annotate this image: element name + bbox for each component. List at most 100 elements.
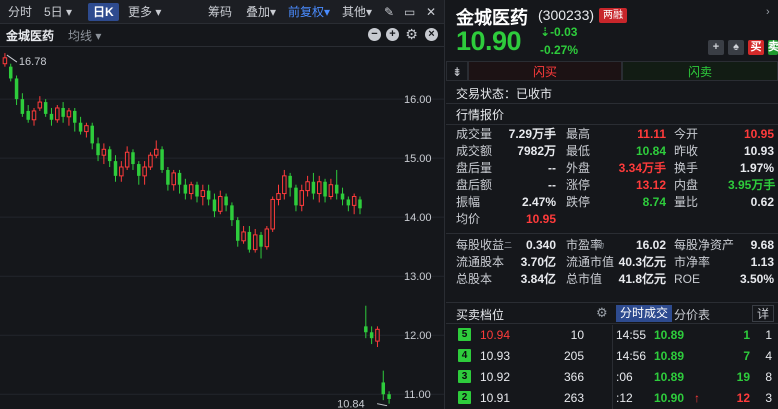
candle-body	[358, 199, 362, 209]
candle-body	[84, 125, 89, 133]
zoom-out-icon[interactable]: −	[368, 28, 381, 41]
fundamentals-grid: 每股收益 0.340 市盈率 16.02 每股净资产 9.68 二动流通股本 3.70亿 流通市…	[446, 233, 778, 293]
layout-icon[interactable]: ▭	[404, 3, 415, 21]
candle-body	[166, 169, 170, 185]
candle-body	[188, 184, 194, 195]
stat-label: 内盘	[674, 178, 699, 192]
last-price: 10.90	[456, 26, 522, 56]
y-tick-label: 14.00	[404, 212, 432, 224]
candle-body	[375, 328, 380, 342]
candle-body	[148, 154, 153, 168]
stats-row: 振幅 2.47% 跌停 8.74 量比 0.62	[446, 194, 778, 211]
candle-body	[212, 199, 217, 212]
tick-count: 8	[765, 370, 772, 384]
candle-body	[113, 161, 118, 176]
order-book-row[interactable]: 3 10.92 366	[446, 367, 612, 387]
tab-daily-k[interactable]: 日K	[88, 3, 119, 21]
candle-body	[381, 382, 386, 395]
order-book-row[interactable]: 2 10.91 263	[446, 388, 612, 408]
candle-body	[252, 234, 258, 251]
tab-5day[interactable]: 5日 ▾	[44, 3, 72, 21]
stats-row: 盘后量 -- 外盘 3.34万手 换手 1.97%	[446, 160, 778, 177]
stock-code: (300233)	[538, 7, 595, 23]
gear-icon[interactable]: ⚙	[596, 305, 608, 321]
order-price: 10.93	[480, 349, 511, 363]
kline-chart-panel: 分时 5日 ▾ 日K 更多 ▾ 筹码 叠加▾ 前复权▾ 其他▾ ✎ ▭ ✕ 金城…	[0, 0, 445, 409]
candle-body	[43, 102, 48, 114]
order-book-row[interactable]: 4 10.93 205	[446, 346, 612, 366]
sell-button[interactable]: 卖	[768, 40, 778, 55]
tick-arrow-icon	[694, 367, 704, 387]
zoom-in-icon[interactable]: +	[386, 28, 399, 41]
ma-selector[interactable]: 均线 ▾	[68, 27, 101, 44]
tab-price-table[interactable]: 分价表	[674, 306, 710, 323]
tab-intraday[interactable]: 分时	[8, 3, 32, 21]
overlay-menu[interactable]: 叠加▾	[246, 3, 276, 21]
tab-5day-label: 5日	[44, 5, 63, 19]
candle-body	[276, 193, 281, 200]
more-menu[interactable]: 更多 ▾	[128, 3, 161, 21]
candlestick-chart[interactable]: 16.00 15.00 14.00 13.00 12.00 11.00 16.78 10.84	[0, 46, 445, 409]
candle-body	[177, 172, 182, 185]
expand-icon[interactable]: ›	[766, 6, 770, 18]
tab-tick-trades[interactable]: 分时成交	[616, 305, 673, 322]
panel-divider	[612, 325, 613, 409]
y-tick-label: 15.00	[404, 153, 432, 165]
chips-button[interactable]: 筹码	[208, 3, 232, 21]
fundamental-label: 总股本	[456, 272, 493, 286]
candle-body	[387, 394, 391, 399]
tick-time: 14:55	[616, 328, 647, 342]
chevron-down-icon: ▾	[324, 5, 331, 19]
flash-buy-button[interactable]: 闪买	[468, 61, 622, 81]
stat-label: 跌停	[566, 195, 591, 209]
fundamental-label: 每股净资产	[674, 238, 735, 252]
candle-body	[49, 113, 54, 120]
candle-body	[66, 110, 72, 118]
chart-toolbar: 分时 5日 ▾ 日K 更多 ▾ 筹码 叠加▾ 前复权▾ 其他▾ ✎ ▭ ✕	[0, 0, 444, 24]
candle-body	[154, 148, 159, 156]
candle-body	[96, 143, 100, 156]
stat-label: 盘后额	[456, 178, 493, 192]
stat-label: 外盘	[566, 161, 591, 175]
order-volume: 205	[563, 349, 584, 363]
quote-stats-grid: 成交量 7.29万手 最高 11.11 今开 10.95 成交额 7982万 最低 10.84 昨收…	[446, 126, 778, 236]
close-circle-icon[interactable]: ×	[425, 28, 438, 41]
y-tick-label: 12.00	[404, 330, 432, 342]
pen-icon[interactable]: ✎	[384, 3, 394, 21]
buy-button[interactable]: 买	[748, 40, 764, 55]
order-book-header: 买卖档位 ⚙ 分时成交 分价表 详	[446, 302, 778, 324]
ma-label: 均线	[68, 29, 93, 43]
stat-value: --	[548, 161, 556, 175]
candle-body	[137, 164, 141, 176]
candle-body	[334, 184, 339, 194]
tick-time: :12	[616, 391, 633, 405]
close-icon[interactable]: ✕	[426, 3, 436, 21]
order-book-body: 5 10.94 10 4 10.93 205 3 10.92 366 2 10.91 263 14:55…	[446, 325, 778, 409]
candle-body	[206, 190, 211, 200]
fundamental-value: 3.70亿	[520, 255, 556, 269]
stat-value: 3.34万手	[618, 161, 666, 175]
tick-price: 10.89	[654, 328, 685, 342]
tick-price: 10.89	[654, 370, 685, 384]
other-menu[interactable]: 其他▾	[342, 3, 372, 21]
flash-sell-button[interactable]: 闪卖	[622, 61, 778, 81]
alert-bell-icon[interactable]: ♠	[728, 40, 744, 55]
candle-body	[340, 193, 345, 200]
stat-label: 最低	[566, 144, 591, 158]
stat-value: 10.84	[635, 144, 666, 158]
collapse-icon[interactable]: ⇟	[446, 61, 468, 81]
candle-body	[119, 166, 124, 177]
stat-value: 3.95万手	[728, 178, 776, 192]
adjust-menu[interactable]: 前复权▾	[288, 3, 330, 21]
detail-button[interactable]: 详	[752, 305, 774, 322]
chevron-down-icon: ▾	[66, 5, 73, 19]
gear-icon[interactable]: ⚙	[405, 27, 418, 41]
chevron-down-icon: ▾	[95, 29, 102, 43]
level-badge: 4	[458, 349, 471, 362]
order-book-row[interactable]: 5 10.94 10	[446, 325, 612, 345]
candle-body	[107, 149, 112, 162]
tick-price: 10.90	[654, 391, 685, 405]
add-watchlist-icon[interactable]: +	[708, 40, 724, 55]
chevron-down-icon: ▾	[155, 5, 162, 19]
order-volume: 10	[570, 328, 584, 342]
